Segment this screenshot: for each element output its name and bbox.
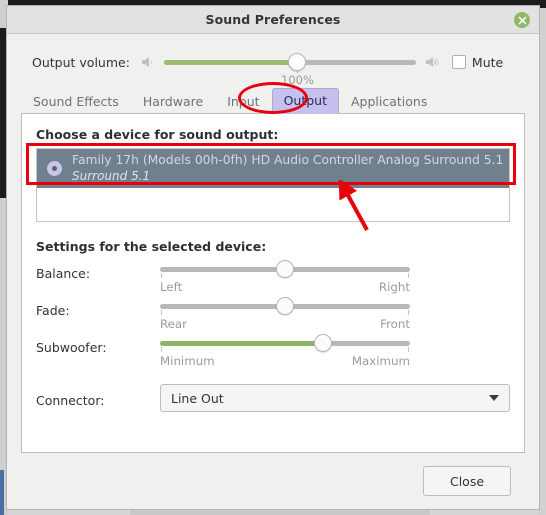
balance-slider[interactable]: Left Right xyxy=(160,260,410,294)
connector-value: Line Out xyxy=(171,390,224,406)
device-title: Family 17h (Models 00h-0fh) HD Audio Con… xyxy=(72,153,504,168)
balance-thumb[interactable] xyxy=(276,260,294,278)
tab-applications[interactable]: Applications xyxy=(339,89,439,114)
radio-dot xyxy=(52,166,57,171)
window-title: Sound Preferences xyxy=(205,12,341,27)
fade-row: Fade: Rear Front xyxy=(36,297,510,331)
tab-sound-effects[interactable]: Sound Effects xyxy=(21,89,131,114)
subwoofer-row: Subwoofer: Minimum Maximum xyxy=(36,334,510,368)
settings-heading: Settings for the selected device: xyxy=(36,239,267,254)
speaker-high-icon xyxy=(425,57,439,67)
volume-slider-fill xyxy=(163,60,298,65)
close-button[interactable]: Close xyxy=(423,466,511,496)
output-volume-label: Output volume: xyxy=(32,54,130,70)
chevron-down-icon xyxy=(489,395,499,401)
fade-tick-right xyxy=(408,310,409,315)
subwoofer-tick-left xyxy=(161,347,162,352)
tab-bar: Sound Effects Hardware Input Output Appl… xyxy=(21,88,525,114)
tab-input[interactable]: Input xyxy=(215,89,271,114)
sound-preferences-window: Sound Preferences Output volume: 100% Mu… xyxy=(6,5,540,510)
close-icon xyxy=(518,16,526,24)
fade-slider[interactable]: Rear Front xyxy=(160,297,410,331)
balance-tick-right xyxy=(408,273,409,278)
connector-label: Connector: xyxy=(36,393,105,408)
subwoofer-slider[interactable]: Minimum Maximum xyxy=(160,334,410,368)
subwoofer-right-label: Maximum xyxy=(351,354,410,368)
balance-label: Balance: xyxy=(36,266,91,281)
output-volume-slider[interactable]: 100% xyxy=(163,50,416,87)
balance-row: Balance: Left Right xyxy=(36,260,510,294)
subwoofer-tick-right xyxy=(408,347,409,352)
device-list[interactable]: Family 17h (Models 00h-0fh) HD Audio Con… xyxy=(36,148,510,222)
output-tab-panel: Choose a device for sound output: Family… xyxy=(21,113,525,453)
tab-hardware[interactable]: Hardware xyxy=(131,89,215,114)
balance-left-label: Left xyxy=(160,280,183,294)
subwoofer-left-label: Minimum xyxy=(160,354,215,368)
tab-output[interactable]: Output xyxy=(271,88,339,114)
subwoofer-label: Subwoofer: xyxy=(36,340,107,355)
desktop-background-bottom xyxy=(130,510,430,515)
window-titlebar: Sound Preferences xyxy=(7,6,539,34)
dialog-body: Output volume: 100% Mute Sound Effects H… xyxy=(7,34,539,509)
fade-thumb[interactable] xyxy=(276,297,294,315)
balance-right-label: Right xyxy=(378,280,410,294)
fade-label: Fade: xyxy=(36,303,70,318)
volume-slider-thumb[interactable] xyxy=(288,53,307,71)
mute-checkbox[interactable] xyxy=(451,55,466,69)
radio-selected-icon[interactable] xyxy=(47,161,62,176)
device-list-item-selected[interactable]: Family 17h (Models 00h-0fh) HD Audio Con… xyxy=(37,149,509,188)
device-text-block: Family 17h (Models 00h-0fh) HD Audio Con… xyxy=(72,153,504,184)
connector-row: Connector: Line Out xyxy=(36,384,510,412)
balance-tick-left xyxy=(161,273,162,278)
output-volume-row: Output volume: 100% Mute xyxy=(21,40,525,87)
dialog-footer: Close xyxy=(21,453,525,509)
fade-tick-left xyxy=(161,310,162,315)
device-list-heading: Choose a device for sound output: xyxy=(36,127,279,142)
subwoofer-thumb[interactable] xyxy=(313,334,332,352)
fade-right-label: Front xyxy=(380,317,410,331)
subwoofer-fill xyxy=(160,341,323,346)
fade-left-label: Rear xyxy=(160,317,188,331)
volume-percent-label: 100% xyxy=(281,73,314,87)
desktop-background-taskbar-hint xyxy=(0,470,4,515)
device-subtitle: Surround 5.1 xyxy=(72,168,151,183)
connector-dropdown[interactable]: Line Out xyxy=(160,384,510,412)
window-close-button[interactable] xyxy=(514,12,530,28)
speaker-low-icon xyxy=(141,57,153,67)
mute-label: Mute xyxy=(471,54,504,70)
